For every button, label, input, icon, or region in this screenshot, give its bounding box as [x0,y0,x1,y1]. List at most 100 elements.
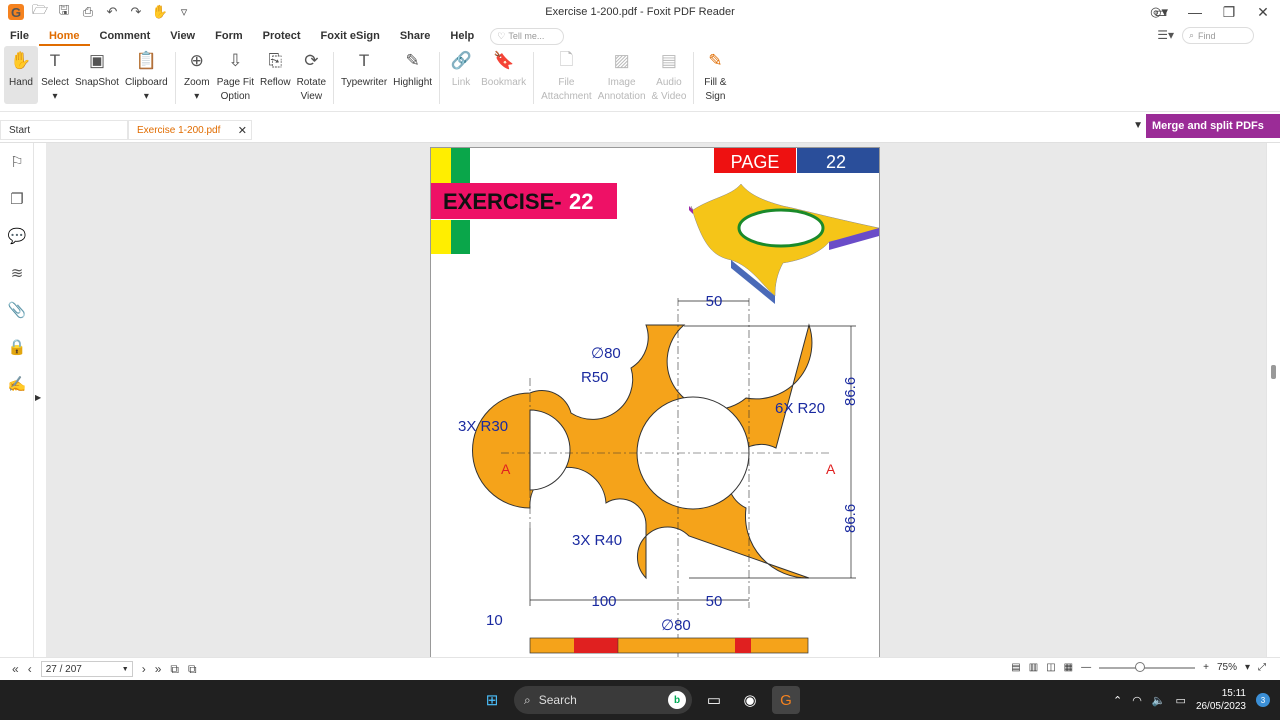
find-input[interactable]: ⌕ Find [1182,27,1254,44]
task-view-icon[interactable]: ▭ [700,686,728,714]
menu-home[interactable]: Home [38,26,90,46]
menu-form[interactable]: Form [205,26,253,46]
dimension-3xr40: 3X R40 [572,532,622,549]
continuous-icon[interactable]: ▥ [1029,662,1038,673]
lightbulb-icon: ♡ [497,30,506,41]
menu-file[interactable]: File [0,26,39,46]
tab-start[interactable]: Start [0,120,128,140]
menu-view[interactable]: View [160,26,205,46]
close-tab-icon[interactable]: ✕ [238,124,247,137]
previous-page-icon[interactable]: ‹ [28,662,32,676]
menu-help[interactable]: Help [440,26,484,46]
zoom-icon: ⊕ [189,51,204,70]
battery-icon[interactable]: ▭ [1176,694,1186,707]
section-label-right: A [826,461,836,477]
ribbon-toggle-icon[interactable]: ▭ [1144,0,1178,24]
tray-overflow-icon[interactable]: ⌃ [1113,694,1122,707]
signature-panel-icon[interactable]: ✍ [0,365,34,402]
view-mode-icon[interactable]: ☰▾ [1157,28,1174,42]
highlight-button[interactable]: ✎ Highlight [390,46,435,90]
rotate-view-button[interactable]: ⟳ Rotate View [294,46,329,104]
dimension-10: 10 [486,612,503,629]
part-front-view [472,323,813,580]
expand-panel-icon[interactable]: ▶ [35,393,41,402]
foxit-taskbar-icon[interactable]: G [772,686,800,714]
link-icon: 🔗 [450,51,472,70]
merge-split-button[interactable]: Merge and split PDFs [1146,114,1280,138]
file-attachment-button[interactable]: 🗋 File Attachment [538,46,595,104]
fill-sign-button[interactable]: ✎ Fill & Sign [698,46,732,104]
page-dropdown-icon[interactable]: ▼ [122,666,129,673]
zoom-out-icon[interactable]: — [1081,662,1091,673]
notification-badge[interactable]: 3 [1256,693,1270,707]
bookmark-button[interactable]: 🔖 Bookmark [478,46,529,90]
taskbar-search[interactable]: ⌕ Search b [514,686,692,714]
tell-me-input[interactable]: ♡ Tell me... [490,27,565,45]
zoom-in-icon[interactable]: + [1203,662,1209,673]
customize-icon[interactable]: ▿ [176,4,192,20]
single-page-icon[interactable]: ▤ [1011,662,1020,673]
last-page-icon[interactable]: » [155,662,162,676]
save-icon[interactable]: 🖫 [56,2,72,20]
next-page-icon[interactable]: › [142,662,146,676]
tab-document[interactable]: Exercise 1-200.pdf ✕ [128,120,252,140]
media-icon: ▤ [660,51,677,70]
menu-foxit-esign[interactable]: Foxit eSign [311,26,390,46]
audio-video-button[interactable]: ▤ Audio & Video [649,46,690,104]
clipboard-button[interactable]: 📋 Clipboard ▾ [122,46,171,104]
clock[interactable]: 15:11 26/05/2023 [1196,687,1246,713]
bookmark-icon: 🔖 [493,51,515,70]
link-button[interactable]: 🔗 Link [444,46,478,90]
page-fit-button[interactable]: ⇩ Page Fit Option [214,46,257,104]
dimension-50-top: 50 [706,293,723,310]
reflow-button[interactable]: ⎘ Reflow [257,46,294,90]
continuous-facing-icon[interactable]: ▦ [1064,662,1073,673]
fullscreen-icon[interactable]: ⤢ [1258,662,1266,673]
page-number-input[interactable]: 27 / 207 ▼ [40,661,133,677]
pages-panel-icon[interactable]: ❐ [0,180,34,217]
zoom-dropdown-icon[interactable]: ▾ [1245,662,1250,673]
open-icon[interactable]: 🗁 [32,2,48,20]
zoom-value[interactable]: 75% [1217,662,1237,673]
zoom-slider[interactable] [1099,661,1196,672]
tab-list-dropdown-icon[interactable]: ▼ [1133,120,1143,131]
paste-page-icon[interactable]: ⧉ [188,662,197,677]
attachments-panel-icon[interactable]: 📎 [0,291,34,328]
menu-comment[interactable]: Comment [90,26,161,46]
redo-icon[interactable]: ↷ [128,4,144,20]
restore-icon[interactable]: ❐ [1212,0,1246,24]
hand-tool-icon[interactable]: ✋ [152,4,168,20]
comments-panel-icon[interactable]: 💬 [0,217,34,254]
dimension-3xr30: 3X R30 [458,418,508,435]
search-icon: ⌕ [1189,30,1195,40]
zoom-slider-knob[interactable] [1135,661,1146,672]
snapshot-button[interactable]: ▣ SnapShot [72,46,122,90]
facing-icon[interactable]: ◫ [1046,662,1055,673]
pdf-page: EXERCISE- 22 PAGE 22 50 ∅80 R50 3X R30 6… [430,147,880,667]
security-panel-icon[interactable]: 🔒 [0,328,34,365]
close-icon[interactable]: ✕ [1246,0,1280,24]
start-icon[interactable]: ⊞ [478,686,506,714]
minimize-icon[interactable]: — [1178,0,1212,24]
copy-page-icon[interactable]: ⧉ [170,662,179,677]
chrome-icon[interactable]: ◉ [736,686,764,714]
first-page-icon[interactable]: « [12,662,19,676]
typewriter-button[interactable]: T Typewriter [338,46,390,90]
undo-icon[interactable]: ↶ [104,4,120,20]
image-annotation-button[interactable]: ▨ Image Annotation [595,46,649,104]
layers-panel-icon[interactable]: ≋ [0,254,34,291]
highlighter-icon: ✎ [405,51,420,70]
menu-share[interactable]: Share [390,26,441,46]
bing-icon: b [668,691,686,709]
zoom-button[interactable]: ⊕ Zoom ▾ [180,46,214,104]
hand-button[interactable]: ✋ Hand [4,46,38,104]
volume-icon[interactable]: 🔈 [1152,694,1166,707]
scrollbar-thumb[interactable] [1271,365,1276,379]
wifi-icon[interactable]: ◠ [1132,694,1142,707]
ribbon-home: ✋ Hand T Select ▾ ▣ SnapShot 📋 Clipboard ▾ ⊕ Zo… [0,46,1280,112]
bookmark-panel-icon[interactable]: ⚐ [0,143,34,180]
vertical-scrollbar[interactable] [1266,143,1280,657]
print-icon[interactable]: ⎙ [80,4,96,20]
menu-protect[interactable]: Protect [253,26,311,46]
select-button[interactable]: T Select ▾ [38,46,72,104]
